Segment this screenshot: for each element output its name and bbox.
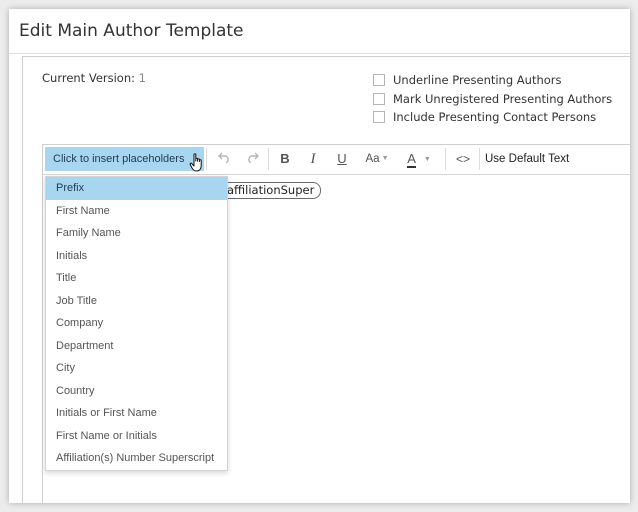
placeholder-option-department[interactable]: Department: [46, 335, 227, 358]
placeholder-option-first-name-or-initials[interactable]: First Name or Initials: [46, 425, 227, 448]
redo-icon[interactable]: [241, 147, 263, 171]
toolbar-separator: [445, 148, 446, 170]
insert-placeholders-button[interactable]: Click to insert placeholders: [45, 147, 204, 171]
placeholder-option-prefix[interactable]: Prefix: [46, 177, 227, 200]
font-size-dropdown[interactable]: Aa ▼: [360, 147, 394, 171]
mark-unregistered-checkbox[interactable]: [373, 92, 385, 105]
placeholder-option-company[interactable]: Company: [46, 312, 227, 335]
option-mark-unregistered-presenting-authors[interactable]: Mark Unregistered Presenting Authors: [373, 90, 612, 109]
include-contact-checkbox[interactable]: [373, 111, 385, 124]
chevron-down-icon: ▼: [423, 155, 431, 163]
bold-button[interactable]: B: [273, 147, 297, 171]
option-label: Include Presenting Contact Persons: [393, 110, 597, 125]
option-include-presenting-contact-persons[interactable]: Include Presenting Contact Persons: [373, 108, 612, 127]
version-value: 1: [138, 71, 146, 85]
undo-icon[interactable]: [213, 147, 235, 171]
placeholder-option-title[interactable]: Title: [46, 267, 227, 290]
font-size-label: Aa: [365, 153, 380, 166]
underline-button[interactable]: U: [330, 147, 354, 171]
toolbar-separator: [206, 148, 207, 170]
placeholder-dropdown-menu: Prefix First Name Family Name Initials Title…: [45, 176, 228, 471]
current-version: Current Version: 1: [42, 71, 146, 85]
use-default-text-button[interactable]: Use Default Text: [485, 147, 569, 171]
hand-pointer-icon: [189, 153, 202, 172]
template-options: Underline Presenting Authors Mark Unregi…: [373, 71, 612, 127]
placeholder-option-initials-or-first-name[interactable]: Initials or First Name: [46, 402, 227, 425]
code-view-button[interactable]: <>: [450, 147, 476, 171]
font-color-dropdown[interactable]: A ▼: [401, 147, 437, 171]
placeholder-option-family-name[interactable]: Family Name: [46, 222, 227, 245]
placeholder-option-first-name[interactable]: First Name: [46, 200, 227, 223]
placeholder-option-affiliation-s-number-superscript[interactable]: Affiliation(s) Number Superscript: [46, 447, 227, 470]
dialog-content: Current Version: 1 Underline Presenting …: [22, 56, 630, 503]
editor-toolbar: Click to insert placeholders B I U Aa ▼ A…: [43, 145, 630, 175]
placeholder-chip[interactable]: affiliationSuper: [223, 182, 322, 199]
placeholder-option-job-title[interactable]: Job Title: [46, 290, 227, 313]
version-label: Current Version:: [42, 71, 136, 85]
edit-template-dialog: Edit Main Author Template Current Versio…: [9, 9, 630, 503]
option-underline-presenting-authors[interactable]: Underline Presenting Authors: [373, 71, 612, 90]
toolbar-separator: [268, 148, 269, 170]
font-color-label: A: [407, 151, 416, 168]
dialog-title: Edit Main Author Template: [19, 21, 244, 41]
placeholder-option-country[interactable]: Country: [46, 380, 227, 403]
rich-text-editor[interactable]: Click to insert placeholders B I U Aa ▼ A…: [42, 144, 630, 503]
toolbar-separator: [479, 148, 480, 170]
option-label: Underline Presenting Authors: [393, 73, 562, 88]
placeholder-option-city[interactable]: City: [46, 357, 227, 380]
placeholder-option-initials[interactable]: Initials: [46, 245, 227, 268]
chevron-down-icon: ▼: [381, 155, 389, 162]
underline-presenting-checkbox[interactable]: [373, 74, 385, 87]
dialog-header: Edit Main Author Template: [9, 9, 630, 54]
italic-button[interactable]: I: [301, 147, 325, 171]
option-label: Mark Unregistered Presenting Authors: [393, 91, 613, 106]
